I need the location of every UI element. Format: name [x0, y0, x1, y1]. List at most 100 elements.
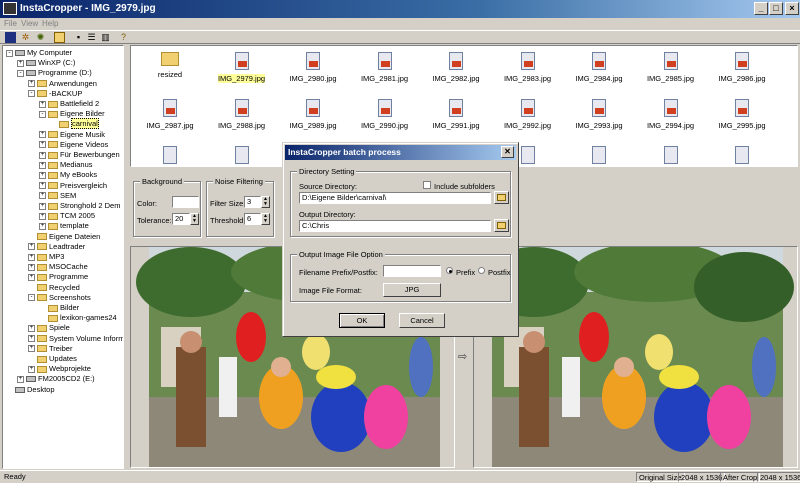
browse-source-button[interactable] — [494, 191, 509, 204]
expand-icon[interactable]: + — [39, 100, 46, 108]
tree-node[interactable]: carnival — [50, 118, 99, 130]
expand-icon[interactable]: + — [28, 273, 35, 281]
threshold-spinner[interactable]: ▲ ▼ — [261, 213, 270, 225]
dialog-title-bar[interactable]: InstaCropper batch process ✕ — [285, 145, 516, 160]
jpg-file-icon[interactable] — [592, 146, 606, 164]
expand-icon[interactable]: + — [39, 222, 46, 230]
browse-output-button[interactable] — [494, 219, 509, 232]
expand-icon[interactable]: + — [28, 324, 35, 332]
collapse-icon[interactable]: - — [6, 49, 13, 57]
tree-node[interactable]: + Treiber — [28, 344, 72, 354]
tree-node[interactable]: + template — [39, 221, 89, 231]
file-item[interactable]: IMG_2981.jpg — [350, 52, 420, 83]
tree-node[interactable]: - My Computer — [6, 48, 72, 58]
jpg-file-icon[interactable] — [520, 146, 535, 164]
file-item[interactable]: IMG_2982.jpg — [421, 52, 491, 83]
tree-node[interactable]: lexikon-games24 — [39, 313, 117, 323]
file-item[interactable]: IMG_2983.jpg — [493, 52, 563, 83]
cancel-button[interactable]: Cancel — [399, 313, 445, 328]
tree-node[interactable]: Desktop — [6, 385, 55, 395]
tree-node[interactable]: + System Volume Inform — [28, 334, 123, 344]
tolerance-spinner[interactable]: ▲ ▼ — [190, 213, 199, 225]
dialog-close-button[interactable]: ✕ — [501, 146, 514, 158]
expand-icon[interactable]: + — [39, 161, 46, 169]
expand-icon[interactable]: + — [17, 59, 24, 67]
tree-node[interactable]: - -BACKUP — [28, 89, 82, 99]
tree-node[interactable]: + MSOCache — [28, 262, 88, 272]
tree-node[interactable]: + TCM 2005 — [39, 211, 95, 221]
maximize-button[interactable]: □ — [769, 2, 783, 15]
tolerance-input[interactable]: 20 — [172, 213, 190, 225]
collapse-icon[interactable]: - — [39, 110, 46, 118]
image-format-button[interactable]: JPG — [383, 283, 441, 297]
batch-icon[interactable]: ✲ — [20, 32, 31, 43]
prefix-radio[interactable] — [446, 267, 453, 274]
tree-node[interactable]: + Preisvergleich — [39, 181, 107, 191]
save-icon[interactable] — [5, 32, 16, 43]
expand-icon[interactable]: + — [39, 202, 46, 210]
details-view-icon[interactable]: ▥ — [100, 32, 111, 43]
expand-icon[interactable]: + — [28, 335, 35, 343]
folder-icon[interactable] — [54, 32, 65, 43]
tree-node[interactable]: - Screenshots — [28, 293, 91, 303]
file-item[interactable]: IMG_2992.jpg — [493, 99, 563, 130]
tree-node[interactable]: + Spiele — [28, 323, 70, 333]
expand-icon[interactable]: + — [39, 151, 46, 159]
file-item[interactable]: IMG_2990.jpg — [350, 99, 420, 130]
jpg-file-icon[interactable] — [234, 146, 249, 164]
expand-icon[interactable]: + — [39, 171, 46, 179]
tree-node[interactable]: + WinXP (C:) — [17, 58, 75, 68]
tree-node[interactable]: + Eigene Musik — [39, 130, 105, 140]
tree-node[interactable]: + Programme — [28, 272, 88, 282]
tree-node[interactable]: Updates — [28, 354, 77, 364]
file-item[interactable]: IMG_2995.jpg — [707, 99, 777, 130]
tree-node[interactable]: + Webprojekte — [28, 364, 91, 374]
menu-file[interactable]: File — [4, 19, 17, 28]
expand-icon[interactable]: + — [39, 131, 46, 139]
tree-node[interactable]: + Battlefield 2 — [39, 99, 99, 109]
color-swatch[interactable] — [172, 196, 199, 208]
tree-node[interactable]: + Eigene Videos — [39, 140, 108, 150]
file-item[interactable]: IMG_2984.jpg — [564, 52, 634, 83]
prefix-postfix-input[interactable] — [383, 265, 441, 277]
collapse-icon[interactable]: - — [17, 69, 24, 77]
expand-icon[interactable]: + — [17, 375, 24, 383]
tree-node[interactable]: - Programme (D:) — [17, 68, 92, 78]
jpg-file-icon[interactable] — [735, 146, 749, 164]
file-item[interactable]: IMG_2980.jpg — [278, 52, 348, 83]
menu-help[interactable]: Help — [42, 19, 58, 28]
file-item[interactable]: IMG_2991.jpg — [421, 99, 491, 130]
large-icons-view-icon[interactable]: ▪ — [73, 32, 84, 43]
cropped-image-panel[interactable] — [473, 246, 798, 468]
file-item[interactable]: IMG_2993.jpg — [564, 99, 634, 130]
tree-node[interactable]: Eigene Dateien — [28, 232, 100, 242]
jpg-file-icon[interactable] — [163, 146, 177, 164]
tree-node[interactable]: + Stronghold 2 Dem — [39, 201, 120, 211]
tree-node[interactable]: + Leadtrader — [28, 242, 85, 252]
file-item[interactable]: resized — [135, 52, 205, 79]
file-item[interactable]: IMG_2994.jpg — [636, 99, 706, 130]
file-item[interactable]: IMG_2989.jpg — [278, 99, 348, 130]
output-directory-input[interactable]: C:\Chris — [299, 220, 491, 232]
file-item[interactable]: IMG_2986.jpg — [707, 52, 777, 83]
postfix-radio[interactable] — [478, 267, 485, 274]
tree-node[interactable]: + SEM — [39, 191, 76, 201]
expand-icon[interactable]: + — [28, 345, 35, 353]
include-subfolders-checkbox[interactable] — [423, 181, 431, 189]
expand-icon[interactable]: + — [28, 263, 35, 271]
filter-size-spinner[interactable]: ▲ ▼ — [261, 196, 270, 208]
expand-icon[interactable]: + — [28, 253, 35, 261]
tree-node[interactable]: + My eBooks — [39, 170, 97, 180]
title-bar[interactable]: InstaCropper - IMG_2979.jpg _ □ × — [0, 0, 800, 18]
menu-view[interactable]: View — [21, 19, 38, 28]
tree-node[interactable]: + FM2005CD2 (E:) — [17, 374, 95, 384]
expand-icon[interactable]: + — [39, 192, 46, 200]
ok-button[interactable]: OK — [339, 313, 385, 328]
expand-icon[interactable]: + — [39, 141, 46, 149]
expand-icon[interactable]: + — [28, 80, 35, 88]
collapse-icon[interactable]: - — [28, 294, 35, 302]
expand-icon[interactable]: + — [28, 243, 35, 251]
tree-node[interactable]: + Für Bewerbungen — [39, 150, 120, 160]
file-item[interactable]: IMG_2985.jpg — [636, 52, 706, 83]
jpg-file-icon[interactable] — [663, 146, 678, 164]
